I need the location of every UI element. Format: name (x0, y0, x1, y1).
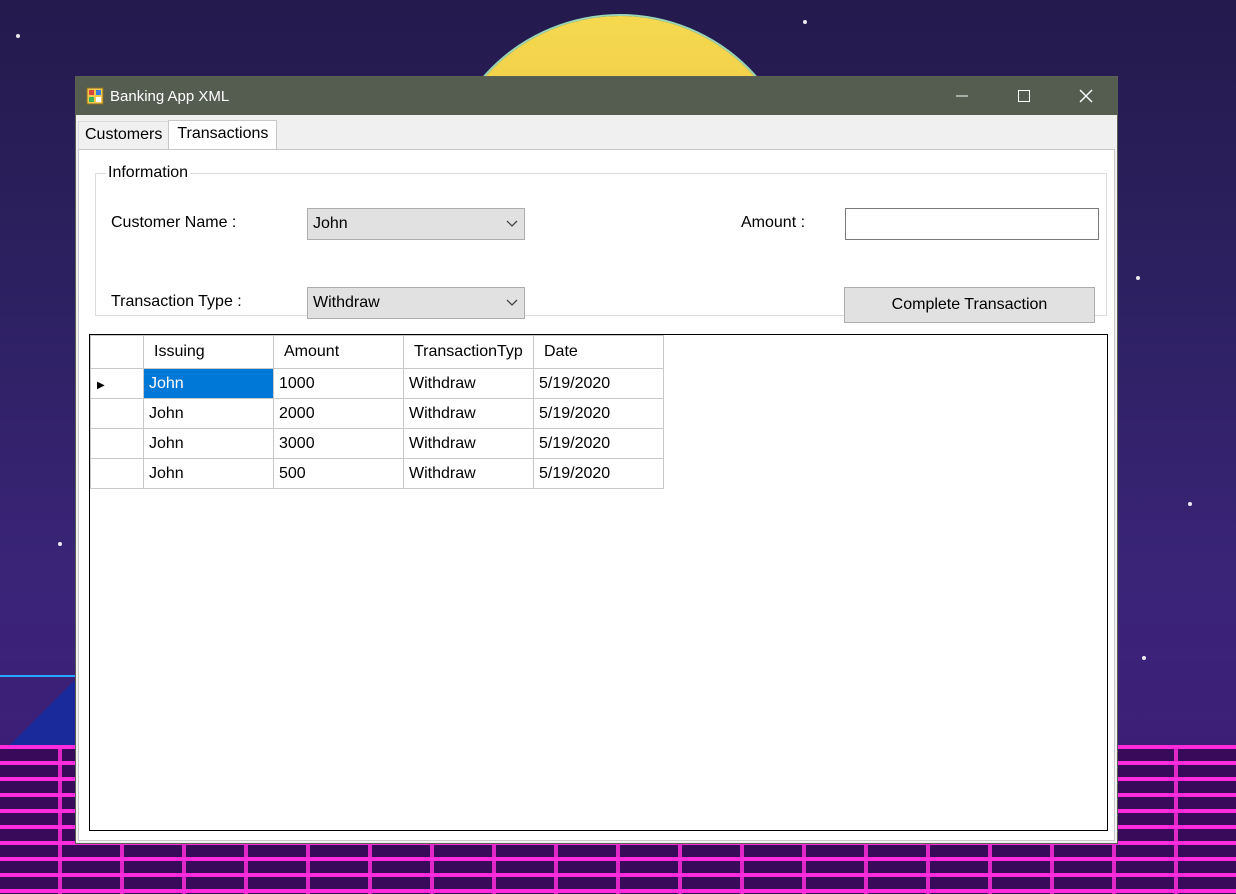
cell-issuing[interactable]: John (143, 368, 274, 399)
app-icon (86, 87, 104, 105)
table-row[interactable]: John 2000 Withdraw 5/19/2020 (90, 398, 664, 429)
row-header[interactable] (90, 398, 144, 429)
customer-name-combo[interactable]: John (307, 208, 525, 240)
cell-issuing[interactable]: John (143, 428, 274, 459)
tab-strip: Customers Transactions (78, 117, 278, 150)
cell-date[interactable]: 5/19/2020 (533, 368, 664, 399)
minimize-icon (956, 95, 968, 97)
cell-date[interactable]: 5/19/2020 (533, 428, 664, 459)
table-row[interactable]: John 500 Withdraw 5/19/2020 (90, 458, 664, 489)
maximize-button[interactable] (993, 77, 1055, 115)
cell-amount[interactable]: 3000 (273, 428, 404, 459)
cell-transaction-type[interactable]: Withdraw (403, 368, 534, 399)
current-row-arrow-icon: ▶ (97, 379, 105, 391)
transaction-type-value: Withdraw (313, 294, 380, 311)
cell-issuing[interactable]: John (143, 398, 274, 429)
tab-customers[interactable]: Customers (78, 121, 170, 149)
transactions-tab-page: Information Customer Name : John Amount … (78, 149, 1115, 841)
column-header-transaction-type[interactable]: TransactionTyp (403, 335, 534, 369)
table-row[interactable]: John 3000 Withdraw 5/19/2020 (90, 428, 664, 459)
cell-transaction-type[interactable]: Withdraw (403, 398, 534, 429)
cell-transaction-type[interactable]: Withdraw (403, 458, 534, 489)
complete-transaction-button[interactable]: Complete Transaction (844, 287, 1095, 323)
row-header[interactable] (90, 428, 144, 459)
wallpaper-mountain (0, 675, 80, 752)
transaction-type-combo[interactable]: Withdraw (307, 287, 525, 319)
amount-input[interactable] (845, 208, 1099, 240)
column-header-issuing[interactable]: Issuing (143, 335, 274, 369)
column-header-date[interactable]: Date (533, 335, 664, 369)
window-title: Banking App XML (110, 87, 230, 105)
cell-issuing[interactable]: John (143, 458, 274, 489)
grid-header-row: Issuing Amount TransactionTyp Date (90, 335, 664, 369)
row-header[interactable]: ▶ (90, 368, 144, 399)
customer-name-value: John (313, 215, 348, 232)
cell-amount[interactable]: 2000 (273, 398, 404, 429)
row-header-corner[interactable] (90, 335, 144, 369)
cell-date[interactable]: 5/19/2020 (533, 398, 664, 429)
cell-amount[interactable]: 1000 (273, 368, 404, 399)
table-row[interactable]: ▶ John 1000 Withdraw 5/19/2020 (90, 368, 664, 399)
app-window: Banking App XML Customers Transactions I… (75, 76, 1118, 844)
title-bar[interactable]: Banking App XML (76, 77, 1117, 115)
information-group: Information Customer Name : John Amount … (95, 164, 1107, 323)
column-header-amount[interactable]: Amount (273, 335, 404, 369)
chevron-down-icon (506, 209, 518, 250)
maximize-icon (1018, 90, 1030, 102)
cell-transaction-type[interactable]: Withdraw (403, 428, 534, 459)
transactions-grid[interactable]: Issuing Amount TransactionTyp Date ▶ Joh… (89, 334, 1108, 831)
transaction-type-label: Transaction Type : (111, 293, 242, 310)
tab-transactions[interactable]: Transactions (168, 120, 278, 150)
close-button[interactable] (1055, 77, 1117, 115)
cell-amount[interactable]: 500 (273, 458, 404, 489)
amount-label: Amount : (741, 214, 806, 231)
information-legend: Information (108, 164, 189, 181)
cell-date[interactable]: 5/19/2020 (533, 458, 664, 489)
row-header[interactable] (90, 458, 144, 489)
minimize-button[interactable] (931, 77, 993, 115)
transactions-table: Issuing Amount TransactionTyp Date ▶ Joh… (90, 335, 664, 489)
close-icon (1079, 89, 1093, 103)
chevron-down-icon (506, 288, 518, 329)
customer-name-label: Customer Name : (111, 214, 237, 231)
